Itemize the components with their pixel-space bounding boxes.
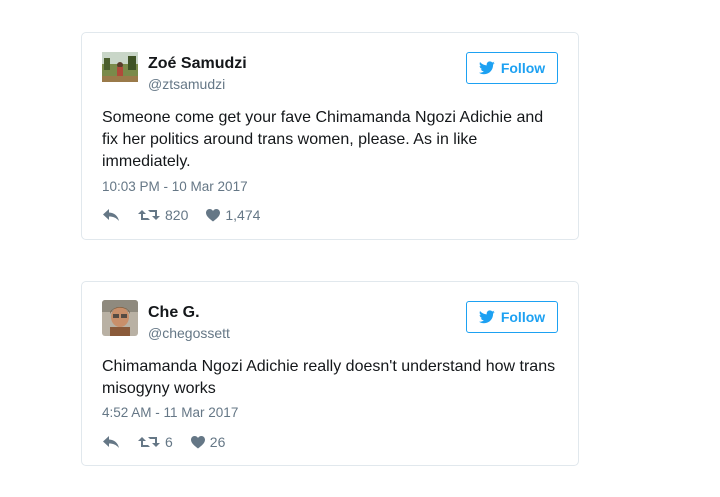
retweet-button[interactable]: 6 <box>138 434 173 450</box>
like-button[interactable]: 1,474 <box>206 207 260 223</box>
tweet-text: Chimamanda Ngozi Adichie really doesn't … <box>102 358 556 397</box>
tweet-timestamp[interactable]: 10:03 PM - 10 Mar 2017 <box>102 179 248 194</box>
portrait-avatar-icon <box>102 300 138 336</box>
like-button[interactable]: 26 <box>190 434 226 450</box>
retweet-count: 6 <box>165 434 173 450</box>
follow-label: Follow <box>500 309 546 325</box>
avatar[interactable] <box>102 52 138 82</box>
reply-button[interactable] <box>102 208 120 222</box>
tweet-card: Zoé Samudzi @ztsamudzi Follow Someone co… <box>81 32 579 240</box>
like-count: 1,474 <box>225 207 261 223</box>
tweet-timestamp[interactable]: 4:52 AM - 11 Mar 2017 <box>102 405 238 420</box>
user-handle[interactable]: @chegossett <box>148 325 230 341</box>
landscape-avatar-icon <box>102 52 138 82</box>
bird-icon <box>478 310 495 324</box>
tweet-text: Someone come get your fave Chimamanda Ng… <box>102 109 544 170</box>
heart-icon <box>206 208 221 221</box>
bird-icon <box>478 61 495 75</box>
avatar[interactable] <box>102 300 138 336</box>
user-handle[interactable]: @ztsamudzi <box>148 76 225 92</box>
follow-label: Follow <box>500 60 546 76</box>
retweet-count: 820 <box>165 207 189 223</box>
retweet-icon <box>138 210 160 220</box>
tweet-actions: 6 26 <box>102 432 225 452</box>
display-name[interactable]: Zoé Samudzi <box>148 55 247 73</box>
follow-button[interactable]: Follow <box>466 52 558 84</box>
reply-button[interactable] <box>102 435 120 449</box>
like-count: 26 <box>209 434 226 450</box>
tweet-actions: 820 1,474 <box>102 205 260 225</box>
tweet-card: Che G. @chegossett Follow Chimamanda Ngo… <box>81 281 579 466</box>
retweet-icon <box>138 437 160 447</box>
heart-icon <box>190 435 205 448</box>
reply-icon <box>103 436 119 448</box>
reply-icon <box>103 209 119 221</box>
follow-button[interactable]: Follow <box>466 301 558 333</box>
display-name[interactable]: Che G. <box>148 304 200 322</box>
retweet-button[interactable]: 820 <box>138 207 188 223</box>
